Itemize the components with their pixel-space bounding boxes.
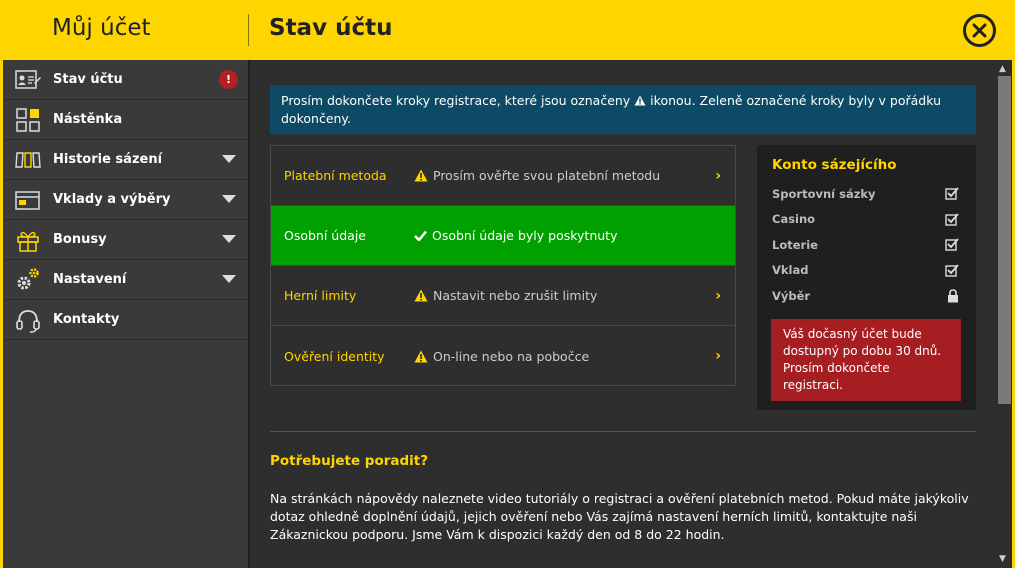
gift-icon	[15, 227, 41, 253]
konto-row-casino: Casino	[772, 207, 961, 233]
scroll-up-icon[interactable]: ▲	[999, 64, 1006, 74]
header-divider	[248, 14, 249, 46]
account-title: Můj účet	[52, 15, 151, 41]
lock-icon	[948, 288, 958, 303]
warning-icon	[414, 169, 428, 182]
konto-row-deposit: Vklad	[772, 258, 961, 284]
konto-row-label: Casino	[772, 212, 816, 227]
close-icon	[972, 23, 987, 38]
konto-row-withdrawal: Výběr	[772, 283, 961, 309]
divider	[270, 431, 976, 432]
chevron-down-icon	[222, 235, 236, 243]
step-payment-method[interactable]: Platební metoda Prosím ověřte svou plate…	[271, 146, 735, 206]
step-status-text: Prosím ověřte svou platební metodu	[433, 168, 661, 183]
gear-icon	[15, 267, 41, 293]
headset-icon	[15, 307, 41, 333]
step-name: Herní limity	[284, 288, 357, 303]
notice-text-before: Prosím dokončete kroky registrace, které…	[281, 93, 631, 108]
sidebar-item-historie-sazeni[interactable]: Historie sázení	[3, 140, 248, 180]
step-status: Osobní údaje byly poskytnuty	[414, 228, 617, 243]
step-name: Ověření identity	[284, 348, 385, 364]
sidebar-item-kontakty[interactable]: Kontakty	[3, 300, 248, 340]
help-text: Na stránkách nápovědy naleznete video tu…	[270, 491, 969, 542]
step-game-limits[interactable]: Herní limity Nastavit nebo zrušit limity…	[271, 266, 735, 326]
sidebar: Stav účtu ! Nástěnka Historie sázení Vkl…	[3, 60, 248, 568]
wallet-icon	[15, 187, 41, 213]
chevron-down-icon	[222, 155, 236, 163]
warning-icon	[414, 289, 428, 302]
sidebar-item-label: Historie sázení	[53, 152, 163, 167]
header: Můj účet Stav účtu	[0, 0, 1015, 60]
step-identity-verification[interactable]: Ověření identity On-line nebo na pobočce…	[271, 326, 735, 386]
step-status: Nastavit nebo zrušit limity	[414, 288, 597, 303]
sidebar-item-vklady-a-vybery[interactable]: Vklady a výběry	[3, 180, 248, 220]
tickets-icon	[15, 147, 41, 173]
sidebar-item-label: Nastavení	[53, 272, 127, 287]
checkbox-checked-icon	[945, 264, 959, 277]
sidebar-item-bonusy[interactable]: Bonusy	[3, 220, 248, 260]
step-personal-data[interactable]: Osobní údaje Osobní údaje byly poskytnut…	[271, 206, 735, 266]
warning-icon	[414, 350, 428, 362]
step-name: Platební metoda	[284, 168, 387, 183]
step-status-text: On-line nebo na pobočce	[433, 348, 590, 364]
close-button[interactable]	[963, 14, 996, 47]
warning-icon	[634, 95, 646, 106]
chevron-down-icon	[222, 195, 236, 203]
konto-row-sports: Sportovní sázky	[772, 181, 961, 207]
registration-notice: Prosím dokončete kroky registrace, které…	[270, 85, 976, 134]
step-name: Osobní údaje	[284, 228, 366, 243]
sidebar-item-nastaveni[interactable]: Nastavení	[3, 260, 248, 300]
page-title: Stav účtu	[269, 15, 393, 41]
id-card-icon	[15, 67, 41, 93]
checkbox-checked-icon	[945, 238, 959, 251]
konto-row-label: Loterie	[772, 237, 818, 252]
step-status: On-line nebo na pobočce	[414, 349, 589, 364]
konto-row-lottery: Loterie	[772, 232, 961, 258]
dashboard-icon	[15, 107, 41, 133]
sidebar-item-stav-uctu[interactable]: Stav účtu !	[3, 60, 248, 100]
chevron-down-icon	[222, 275, 236, 283]
bettor-account-panel: Konto sázejícího Sportovní sázky Casino …	[757, 145, 976, 410]
checkbox-checked-icon	[945, 187, 959, 200]
konto-row-label: Vklad	[772, 263, 809, 278]
step-status-text: Osobní údaje byly poskytnuty	[432, 228, 618, 243]
registration-steps: Platební metoda Prosím ověřte svou plate…	[270, 145, 736, 386]
sidebar-item-label: Bonusy	[53, 232, 107, 247]
help-title: Potřebujete poradit?	[270, 453, 429, 469]
sidebar-item-label: Nástěnka	[53, 112, 123, 127]
konto-row-label: Výběr	[772, 288, 811, 303]
chevron-right-icon: ›	[715, 348, 721, 364]
chevron-right-icon: ›	[715, 288, 721, 304]
step-status-text: Nastavit nebo zrušit limity	[433, 288, 598, 303]
main-content: Prosím dokončete kroky registrace, které…	[250, 60, 995, 568]
temporary-account-warning: Váš dočasný účet bude dostupný po dobu 3…	[771, 319, 961, 401]
konto-title: Konto sázejícího	[772, 157, 897, 173]
scrollbar[interactable]: ▲ ▼	[995, 60, 1012, 568]
scroll-thumb[interactable]	[998, 76, 1011, 404]
sidebar-item-label: Stav účtu	[53, 72, 123, 87]
step-status: Prosím ověřte svou platební metodu	[414, 168, 660, 183]
scroll-down-icon[interactable]: ▼	[999, 554, 1006, 564]
sidebar-item-label: Vklady a výběry	[53, 192, 171, 207]
check-icon	[414, 230, 427, 241]
sidebar-item-label: Kontakty	[53, 312, 120, 327]
konto-row-label: Sportovní sázky	[772, 186, 876, 201]
chevron-right-icon: ›	[715, 168, 721, 184]
alert-badge: !	[219, 70, 238, 89]
checkbox-checked-icon	[945, 213, 959, 226]
sidebar-item-nastenka[interactable]: Nástěnka	[3, 100, 248, 140]
